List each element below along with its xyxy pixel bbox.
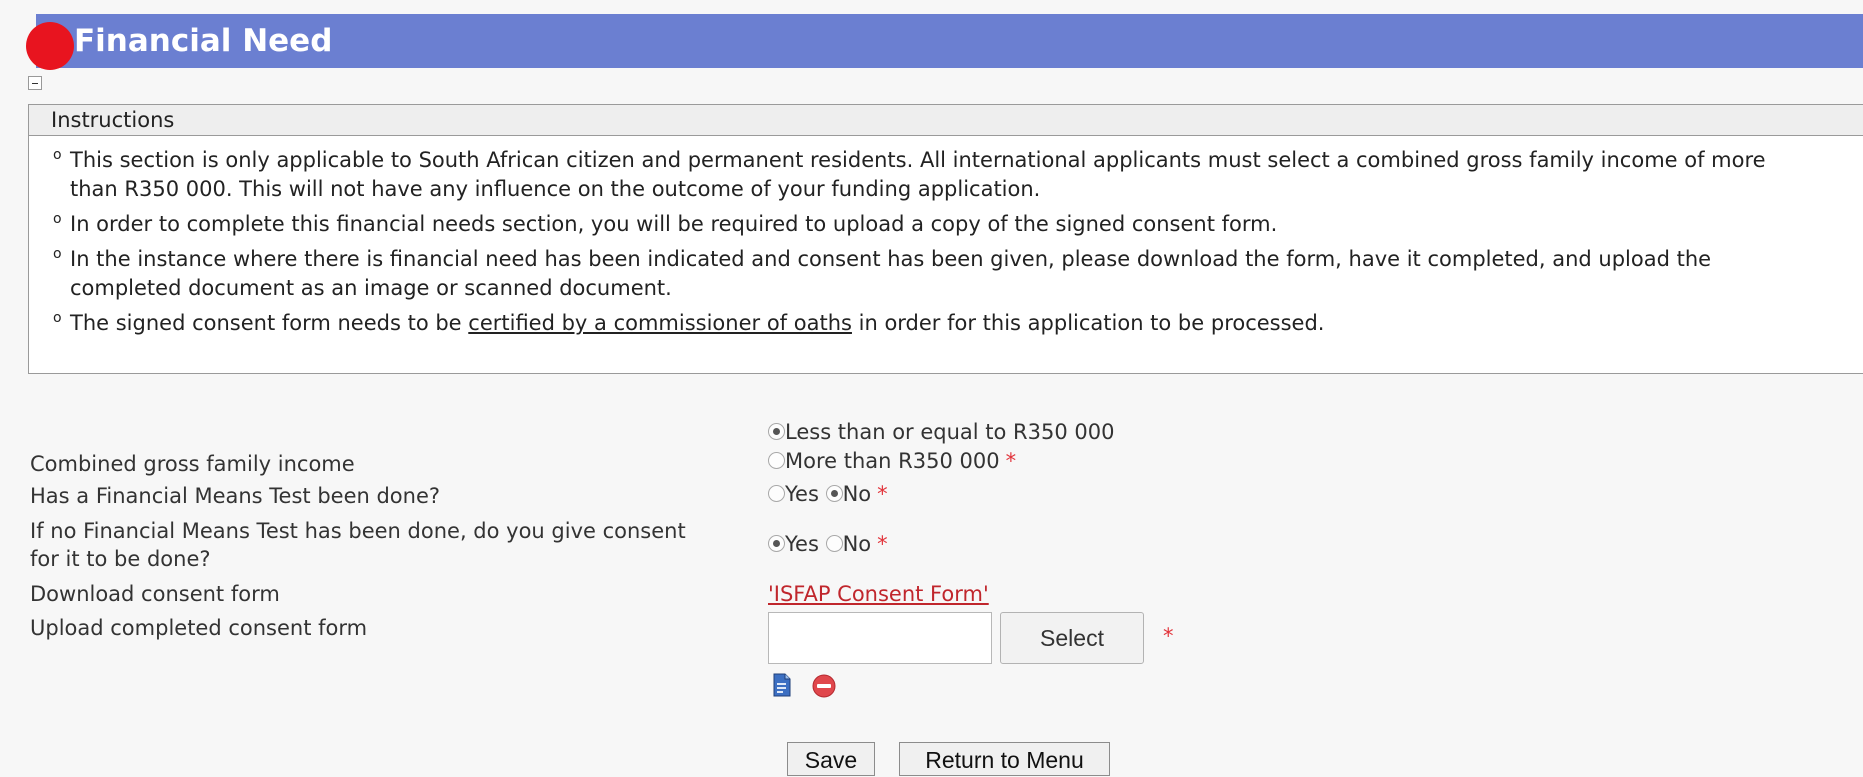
required-mark: * — [1163, 624, 1174, 648]
instruction-item: o In the instance where there is financia… — [29, 245, 1863, 303]
consent-form-link[interactable]: 'ISFAP Consent Form' — [768, 582, 989, 606]
means-test-yes-radio[interactable] — [768, 485, 785, 502]
consent-no-radio[interactable] — [825, 535, 843, 552]
bullet-icon: o — [53, 310, 62, 326]
bullet-icon: o — [53, 246, 62, 262]
upload-file-input[interactable] — [768, 612, 992, 664]
download-label: Download consent form — [30, 582, 280, 606]
income-radio-2[interactable] — [768, 452, 785, 469]
consent-options: Yes No * — [768, 530, 888, 559]
income-radio-1[interactable] — [768, 423, 785, 440]
instruction-item: o The signed consent form needs to be cer… — [29, 309, 1863, 338]
bullet-icon: o — [53, 211, 62, 227]
select-button[interactable]: Select — [1000, 612, 1144, 664]
status-dot-icon — [26, 22, 74, 70]
required-mark: * — [877, 482, 888, 506]
consent-label: If no Financial Means Test has been done… — [30, 519, 686, 571]
document-icon[interactable] — [772, 673, 792, 697]
instructions-heading: Instructions — [29, 105, 1863, 136]
required-mark: * — [877, 532, 888, 556]
section-title: Financial Need — [74, 23, 333, 59]
income-label: Combined gross family income — [30, 452, 355, 476]
instruction-item: o This section is only applicable to Sout… — [29, 146, 1863, 204]
consent-yes-radio[interactable] — [768, 535, 785, 552]
required-mark: * — [1005, 449, 1017, 473]
collapse-icon[interactable] — [28, 76, 42, 90]
means-test-no-radio[interactable] — [825, 485, 843, 502]
remove-icon[interactable] — [812, 674, 836, 698]
income-option-2: More than R350 000 * — [768, 447, 1016, 476]
means-test-options: Yes No * — [768, 480, 888, 509]
means-test-label: Has a Financial Means Test been done? — [30, 484, 441, 508]
download-control: 'ISFAP Consent Form' — [768, 580, 989, 609]
upload-label: Upload completed consent form — [30, 616, 368, 640]
income-option-1: Less than or equal to R350 000 — [768, 418, 1115, 447]
instructions-list: o This section is only applicable to Sout… — [29, 136, 1863, 338]
bullet-icon: o — [53, 147, 62, 163]
commissioner-of-oaths-link[interactable]: certified by a commissioner of oaths — [468, 311, 852, 335]
instructions-panel: Instructions o This section is only appli… — [28, 104, 1863, 374]
instruction-item: o In order to complete this financial nee… — [29, 210, 1863, 239]
